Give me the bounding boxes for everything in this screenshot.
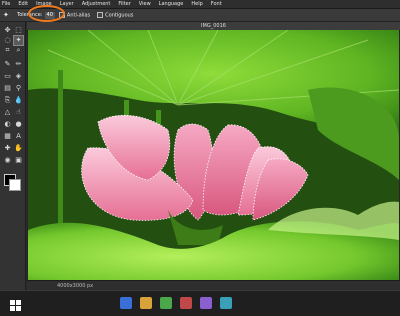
crop-icon[interactable]: ⌗ <box>3 46 12 55</box>
tolerance-highlight-circle <box>28 5 65 22</box>
menu-view[interactable]: View <box>139 0 151 9</box>
menu-edit[interactable]: Edit <box>18 0 28 9</box>
windows-start-icon[interactable] <box>10 297 22 311</box>
menu-file[interactable]: File <box>2 0 10 9</box>
document-window: IMG_0016 4000x3000 px <box>27 22 400 290</box>
zoom-icon[interactable]: ⌕ <box>14 46 23 55</box>
shape-icon[interactable]: ✚ <box>3 144 12 153</box>
magic-wand-tool-icon[interactable]: ✦ <box>13 35 24 46</box>
contiguous-checkbox[interactable]: Contiguous <box>97 11 134 19</box>
sharpen-icon[interactable]: △ <box>3 108 12 117</box>
menu-filter[interactable]: Filter <box>118 0 130 9</box>
eraser-icon[interactable]: ▭ <box>3 72 12 81</box>
lasso-icon[interactable]: ◌ <box>3 36 12 45</box>
hand-icon[interactable]: ✋ <box>14 144 23 153</box>
taskbar-app-5-icon[interactable] <box>200 297 212 309</box>
antialias-label: Anti-alias <box>66 12 91 19</box>
toolbox: ✥ ⬚ ◌ ✦ ⌗ ⌕ ✎ ✏ ▭ ◈ ▤ ⚲ ⎘ 💧 △ ☝ ◐ ● ▦ A … <box>0 22 26 290</box>
blur-icon[interactable]: 💧 <box>14 96 23 105</box>
taskbar-app-3-icon[interactable] <box>160 297 172 309</box>
taskbar-app-1-icon[interactable] <box>120 297 132 309</box>
windows-taskbar <box>0 290 400 316</box>
menu-language[interactable]: Language <box>159 0 184 9</box>
red-eye-icon[interactable]: ◉ <box>3 156 12 165</box>
marquee-icon[interactable]: ⬚ <box>14 26 23 35</box>
lotus-photo <box>28 30 399 280</box>
move-icon[interactable]: ✥ <box>3 26 12 35</box>
background-color-swatch[interactable] <box>9 179 21 191</box>
replace-color-icon[interactable]: ▣ <box>14 156 23 165</box>
menu-layer[interactable]: Layer <box>60 0 74 9</box>
taskbar-app-4-icon[interactable] <box>180 297 192 309</box>
clone-icon[interactable]: ⎘ <box>3 96 12 105</box>
pencil-icon[interactable]: ✏ <box>14 60 23 69</box>
text-icon[interactable]: A <box>14 132 23 141</box>
brush-icon[interactable]: ✎ <box>3 60 12 69</box>
taskbar-app-2-icon[interactable] <box>140 297 152 309</box>
menu-adjustment[interactable]: Adjustment <box>82 0 111 9</box>
fill-icon[interactable]: ◈ <box>14 72 23 81</box>
smudge-icon[interactable]: ☝ <box>14 108 23 117</box>
dodge-icon[interactable]: ◐ <box>3 120 12 129</box>
contiguous-box[interactable] <box>97 11 104 18</box>
menu-help[interactable]: Help <box>191 0 202 9</box>
contiguous-label: Contiguous <box>105 12 134 19</box>
dropper-icon[interactable]: ⚲ <box>14 84 23 93</box>
image-canvas[interactable] <box>28 30 399 280</box>
taskbar-app-6-icon[interactable] <box>220 297 232 309</box>
sponge-icon[interactable]: ▦ <box>3 132 12 141</box>
burn-icon[interactable]: ● <box>14 120 23 129</box>
menu-font[interactable]: Font <box>211 0 222 9</box>
gradient-icon[interactable]: ▤ <box>3 84 12 93</box>
image-size-status: 4000x3000 px <box>27 280 400 290</box>
magic-wand-icon: ✦ <box>3 10 9 19</box>
